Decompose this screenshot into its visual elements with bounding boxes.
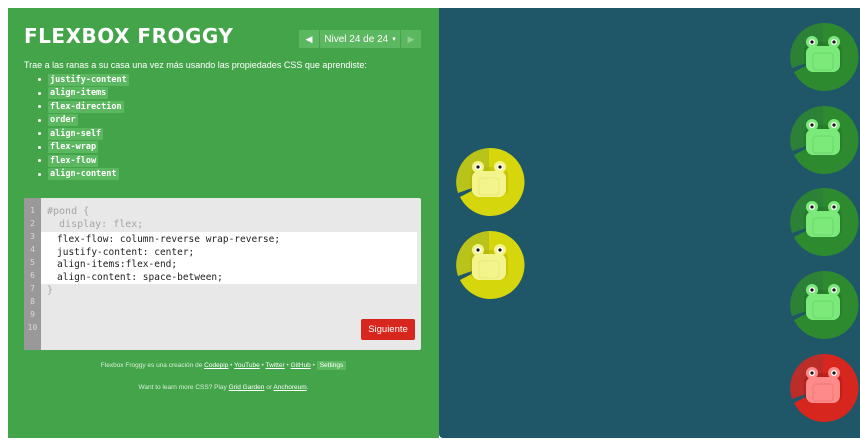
property-item: align-items [38, 87, 129, 101]
chevron-down-icon: ▾ [392, 36, 396, 43]
twitter-link[interactable]: Twitter [266, 362, 285, 369]
code-input-line: flex-flow: column-reverse wrap-reverse; [57, 234, 281, 245]
or-text: or [266, 384, 272, 391]
line-number: 2 [30, 219, 35, 228]
property-item: flex-wrap [38, 141, 129, 155]
green-lilypad [786, 185, 860, 259]
level-instructions: Trae a las ranas a su casa una vez más u… [24, 60, 367, 70]
line-number: 3 [30, 232, 35, 241]
bullet-icon [38, 91, 41, 95]
settings-button[interactable]: Settings [316, 361, 347, 370]
bullet-icon [38, 145, 41, 149]
property-item: justify-content [38, 73, 129, 87]
bullet-icon [38, 118, 41, 122]
green-lilypad [786, 268, 860, 342]
line-number: 10 [27, 323, 38, 332]
code-input-line: align-content: space-between; [57, 271, 223, 283]
flexbox-froggy-app: FLEXBOX FROGGY ◀ Nivel 24 de 24 ▾ ▶ Trae… [0, 0, 860, 443]
bullet-icon [38, 159, 41, 163]
line-number: 1 [30, 206, 35, 215]
code-display-line: display: flex; [47, 219, 144, 230]
game-logo: FLEXBOX FROGGY [24, 24, 234, 48]
bullet-icon [38, 132, 41, 136]
line-number: 5 [30, 258, 35, 267]
level-navigation: ◀ Nivel 24 de 24 ▾ ▶ [299, 30, 421, 48]
next-button[interactable]: Siguiente [361, 319, 415, 340]
code-input-line: justify-content: center; [57, 246, 195, 258]
property-code[interactable]: flex-direction [48, 100, 124, 113]
previous-level-button[interactable]: ◀ [299, 30, 319, 48]
red-lilypad [786, 351, 860, 425]
code-selector-line: #pond { [47, 206, 90, 217]
green-lilypad [786, 20, 860, 94]
separator: • [261, 362, 264, 369]
yellow-frog [452, 145, 526, 219]
property-code[interactable]: justify-content [48, 73, 129, 86]
css-code-input[interactable]: flex-flow: column-reverse wrap-reverse; j… [41, 232, 417, 284]
line-number: 9 [30, 310, 35, 319]
separator: • [312, 362, 315, 369]
credits: Flexbox Froggy es una creación de Codepi… [8, 361, 439, 370]
period-text: . [306, 384, 309, 391]
line-number-gutter: 1 2 3 4 5 6 7 8 9 10 [24, 198, 41, 350]
property-code[interactable]: flex-wrap [48, 141, 99, 154]
more-games: Want to learn more CSS? Play Grid Garden… [8, 384, 439, 391]
anchoreum-link[interactable]: Anchoreum [273, 384, 306, 391]
property-item: flex-direction [38, 100, 129, 114]
youtube-link[interactable]: YouTube [234, 362, 260, 369]
green-lilypad [786, 103, 860, 177]
separator: • [230, 362, 233, 369]
property-item: align-self [38, 127, 129, 141]
property-code[interactable]: align-items [48, 87, 109, 100]
bullet-icon [38, 78, 41, 82]
property-item: align-content [38, 168, 129, 182]
codepip-link[interactable]: Codepip [204, 362, 228, 369]
level-selector[interactable]: Nivel 24 de 24 ▾ [320, 30, 400, 48]
property-item: order [38, 114, 129, 128]
property-code[interactable]: flex-flow [48, 154, 99, 167]
property-list: justify-content align-items flex-directi… [38, 73, 129, 181]
line-number: 8 [30, 297, 35, 306]
credit-text: Flexbox Froggy es una creación de [100, 362, 203, 369]
next-level-button[interactable]: ▶ [401, 30, 421, 48]
line-number: 6 [30, 271, 35, 280]
separator: • [286, 362, 289, 369]
pond [439, 8, 860, 438]
property-item: flex-flow [38, 154, 129, 168]
grid-garden-link[interactable]: Grid Garden [229, 384, 265, 391]
line-number: 7 [30, 284, 35, 293]
yellow-frog [452, 228, 526, 302]
level-indicator: Nivel 24 de 24 [324, 33, 389, 45]
property-code[interactable]: order [48, 114, 78, 127]
sidebar: FLEXBOX FROGGY ◀ Nivel 24 de 24 ▾ ▶ Trae… [8, 8, 439, 438]
more-text: Want to learn more CSS? Play [138, 384, 227, 391]
property-code[interactable]: align-content [48, 168, 119, 181]
code-input-line: align-items:flex-end; [57, 259, 178, 270]
line-number: 4 [30, 245, 35, 254]
code-closing-line: } [47, 285, 54, 296]
bullet-icon [38, 172, 41, 176]
github-link[interactable]: GitHub [291, 362, 311, 369]
bullet-icon [38, 105, 41, 109]
property-code[interactable]: align-self [48, 127, 104, 140]
